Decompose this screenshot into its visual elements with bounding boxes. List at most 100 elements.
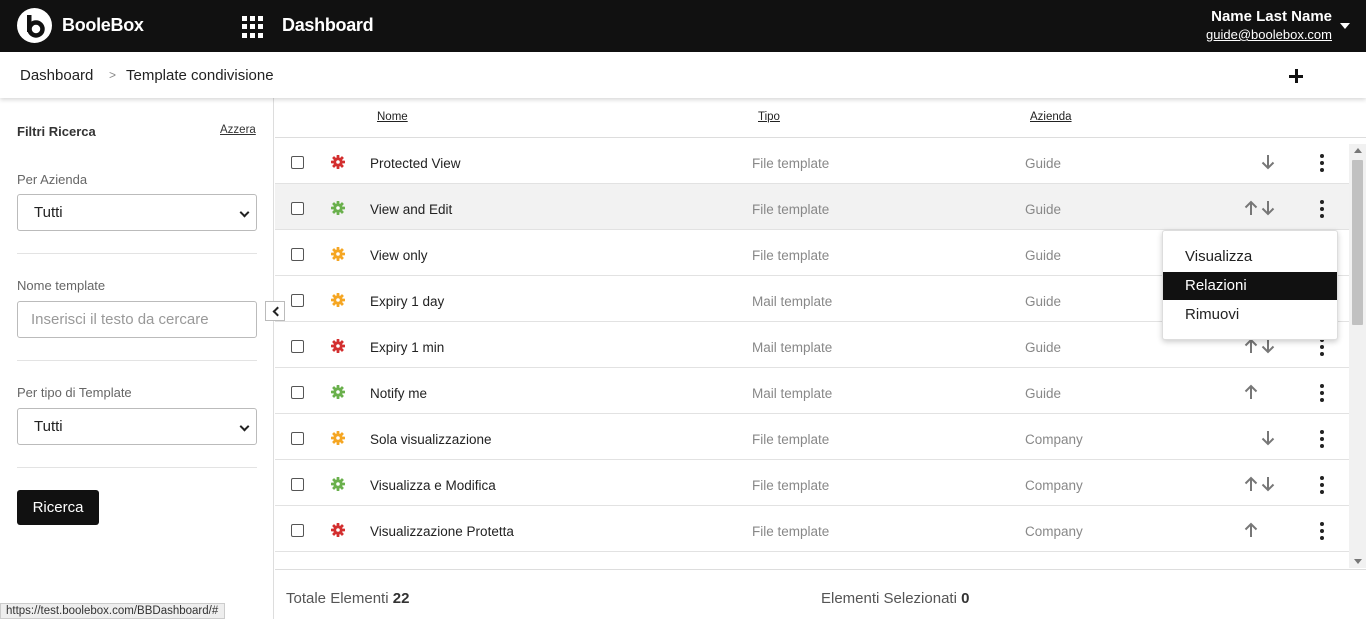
template-name[interactable]: Expiry 1 day <box>370 294 444 309</box>
row-checkbox[interactable] <box>291 202 304 215</box>
more-vertical-icon[interactable] <box>1319 384 1325 402</box>
scroll-up-arrow-icon[interactable] <box>1354 148 1362 153</box>
sort-arrows <box>1241 200 1277 216</box>
reset-filters-link[interactable]: Azzera <box>220 124 256 136</box>
table-header: Nome Tipo Azienda <box>275 98 1366 138</box>
template-name-label: Nome template <box>17 278 106 293</box>
table-row[interactable]: Protected View File template Guide <box>275 138 1349 184</box>
templates-table: Nome Tipo Azienda Protected View File tem… <box>275 98 1366 619</box>
gear-icon <box>331 247 345 261</box>
menu-item-visualizza[interactable]: Visualizza <box>1163 243 1337 271</box>
template-name[interactable]: View only <box>370 248 428 263</box>
table-row[interactable]: View and Edit File template Guide <box>275 184 1349 230</box>
template-name[interactable]: Expiry 1 min <box>370 340 444 355</box>
company-select[interactable]: Tutti <box>17 194 257 231</box>
apps-grid-icon[interactable] <box>242 16 264 38</box>
scrollbar-thumb[interactable] <box>1352 160 1363 325</box>
caret-down-icon[interactable] <box>1340 23 1350 29</box>
arrow-up-icon[interactable] <box>1243 522 1259 538</box>
more-vertical-icon[interactable] <box>1319 430 1325 448</box>
template-company: Company <box>1025 478 1083 493</box>
sort-arrows <box>1241 476 1277 492</box>
column-header-name[interactable]: Nome <box>377 111 408 123</box>
filter-sidebar: Filtri Ricerca Azzera Per Azienda Tutti … <box>0 98 274 619</box>
breadcrumb-separator: > <box>109 68 117 82</box>
search-button[interactable]: Ricerca <box>17 490 99 525</box>
table-row[interactable]: Sola visualizzazione File template Company <box>275 414 1349 460</box>
row-checkbox[interactable] <box>291 248 304 261</box>
boolebox-logo[interactable] <box>17 8 52 43</box>
gear-icon <box>331 477 345 491</box>
sort-arrows <box>1241 430 1277 446</box>
scroll-down-arrow-icon[interactable] <box>1354 559 1362 564</box>
selected-elements-value: 0 <box>961 590 970 607</box>
more-vertical-icon[interactable] <box>1319 476 1325 494</box>
template-name[interactable]: Visualizzazione Protetta <box>370 524 514 539</box>
arrow-down-icon[interactable] <box>1260 430 1276 446</box>
row-checkbox[interactable] <box>291 478 304 491</box>
column-header-type[interactable]: Tipo <box>758 111 780 123</box>
menu-item-rimuovi[interactable]: Rimuovi <box>1163 301 1337 329</box>
arrow-down-icon[interactable] <box>1260 338 1276 354</box>
template-type: Mail template <box>752 340 833 355</box>
template-company: Guide <box>1025 156 1062 171</box>
more-vertical-icon[interactable] <box>1319 338 1325 356</box>
row-checkbox[interactable] <box>291 294 304 307</box>
template-name[interactable]: Sola visualizzazione <box>370 432 492 447</box>
template-name-input[interactable]: Inserisci il testo da cercare <box>17 301 257 338</box>
menu-item-relazioni[interactable]: Relazioni <box>1163 272 1337 300</box>
arrow-down-icon[interactable] <box>1260 200 1276 216</box>
template-company: Company <box>1025 432 1083 447</box>
row-checkbox[interactable] <box>291 340 304 353</box>
table-scrollbar[interactable] <box>1349 144 1366 568</box>
template-type: Mail template <box>752 294 833 309</box>
more-vertical-icon[interactable] <box>1319 200 1325 218</box>
arrow-up-icon[interactable] <box>1243 476 1259 492</box>
template-type: File template <box>752 248 830 263</box>
breadcrumb: Dashboard > Template condivisione <box>0 52 1366 98</box>
sort-arrows <box>1241 522 1277 538</box>
template-name[interactable]: Visualizza e Modifica <box>370 478 496 493</box>
row-context-menu: Visualizza Relazioni Rimuovi <box>1162 230 1338 340</box>
table-body: Protected View File template Guide View and… <box>275 138 1349 568</box>
row-checkbox[interactable] <box>291 524 304 537</box>
breadcrumb-home[interactable]: Dashboard <box>20 67 93 84</box>
row-checkbox[interactable] <box>291 432 304 445</box>
template-company: Guide <box>1025 386 1062 401</box>
company-filter-label: Per Azienda <box>17 172 88 187</box>
table-row[interactable]: Visualizza e Modifica File template Compan… <box>275 460 1349 506</box>
template-name[interactable]: Protected View <box>370 156 461 171</box>
arrow-up-icon[interactable] <box>1243 384 1259 400</box>
row-checkbox[interactable] <box>291 156 304 169</box>
total-elements-label: Totale Elementi <box>286 590 389 607</box>
template-type: File template <box>752 478 830 493</box>
more-vertical-icon[interactable] <box>1319 522 1325 540</box>
arrow-up-icon[interactable] <box>1243 200 1259 216</box>
more-vertical-icon[interactable] <box>1319 154 1325 172</box>
arrow-down-icon[interactable] <box>1260 154 1276 170</box>
table-row[interactable]: Notify me Mail template Guide <box>275 368 1349 414</box>
template-type: Mail template <box>752 386 833 401</box>
divider <box>17 467 257 468</box>
gear-icon <box>331 431 345 445</box>
template-company: Guide <box>1025 340 1062 355</box>
chevron-left-icon[interactable] <box>265 301 285 321</box>
template-type: File template <box>752 202 830 217</box>
arrow-up-icon[interactable] <box>1243 338 1259 354</box>
table-footer: Totale Elementi 22 Elementi Selezionati … <box>275 569 1366 619</box>
arrow-down-icon[interactable] <box>1260 476 1276 492</box>
plus-icon[interactable] <box>1288 68 1304 84</box>
template-name[interactable]: Notify me <box>370 386 427 401</box>
template-name[interactable]: View and Edit <box>370 202 452 217</box>
row-checkbox[interactable] <box>291 386 304 399</box>
table-row[interactable]: Visualizzazione Protetta File template Com… <box>275 506 1349 552</box>
template-type-select[interactable]: Tutti <box>17 408 257 445</box>
chevron-down-icon <box>239 421 250 432</box>
template-company: Guide <box>1025 202 1062 217</box>
chevron-down-icon <box>239 207 250 218</box>
divider <box>17 253 257 254</box>
user-email-link[interactable]: guide@boolebox.com <box>1206 27 1332 42</box>
user-name[interactable]: Name Last Name <box>1211 8 1332 25</box>
template-type: File template <box>752 432 830 447</box>
column-header-company[interactable]: Azienda <box>1030 111 1072 123</box>
